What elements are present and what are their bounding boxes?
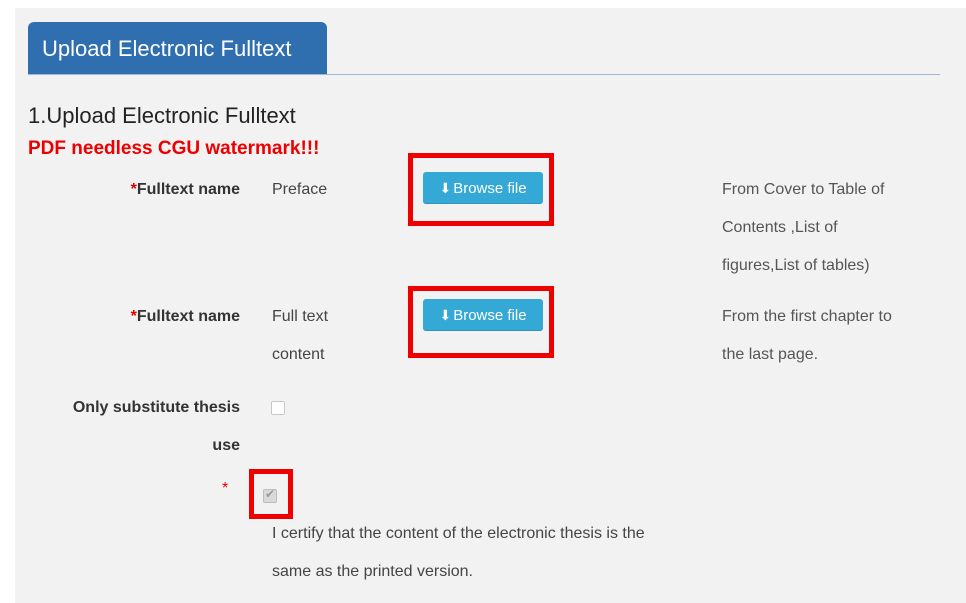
required-mark: *	[222, 480, 229, 497]
browse-file-label: Browse file	[453, 180, 527, 197]
hint-line: Contents ,List of	[722, 219, 838, 236]
hint-full-text: From the first chapter to the last page.	[722, 298, 932, 374]
substitute-label: Only substitute thesis use	[20, 389, 240, 465]
browse-file-button-full-text[interactable]: ⬇ Browse file	[423, 299, 543, 331]
fulltext-name-label-2: *Fulltext name	[20, 298, 240, 336]
browse-file-button-preface[interactable]: ⬇ Browse file	[423, 172, 543, 204]
hint-line: figures,List of tables)	[722, 257, 870, 274]
section-title: 1.Upload Electronic Fulltext	[28, 103, 296, 128]
tab-divider	[28, 74, 940, 75]
download-icon: ⬇	[439, 180, 452, 196]
watermark-warning: PDF needless CGU watermark!!!	[28, 138, 320, 159]
value-line: content	[272, 346, 325, 363]
field-label-text: Fulltext name	[136, 181, 240, 198]
substitute-checkbox[interactable]	[271, 401, 285, 415]
fulltext-value-preface: Preface	[272, 181, 328, 198]
hint-preface: From Cover to Table of Contents ,List of…	[722, 171, 932, 285]
certify-line: I certify that the content of the electr…	[272, 525, 645, 542]
checkmark-icon: ✔	[265, 487, 276, 501]
certify-text: I certify that the content of the electr…	[272, 515, 712, 591]
value-line: Full text	[272, 308, 329, 325]
hint-line: From the first chapter to	[722, 308, 892, 325]
fulltext-value-full-text: Full text content	[272, 298, 328, 374]
hint-line: From Cover to Table of	[722, 181, 885, 198]
download-icon: ⬇	[439, 307, 452, 323]
field-label-text: Fulltext name	[136, 308, 240, 325]
fulltext-name-label-1: *Fulltext name	[20, 171, 240, 209]
label-line: Only substitute thesis	[72, 399, 240, 416]
hint-line: the last page.	[722, 346, 819, 363]
certify-line: same as the printed version.	[272, 563, 473, 580]
certify-checkbox[interactable]: ✔	[263, 487, 277, 503]
tab-upload-electronic-fulltext[interactable]: Upload Electronic Fulltext	[28, 22, 327, 75]
browse-file-label: Browse file	[453, 307, 527, 324]
label-line: use	[212, 437, 240, 454]
